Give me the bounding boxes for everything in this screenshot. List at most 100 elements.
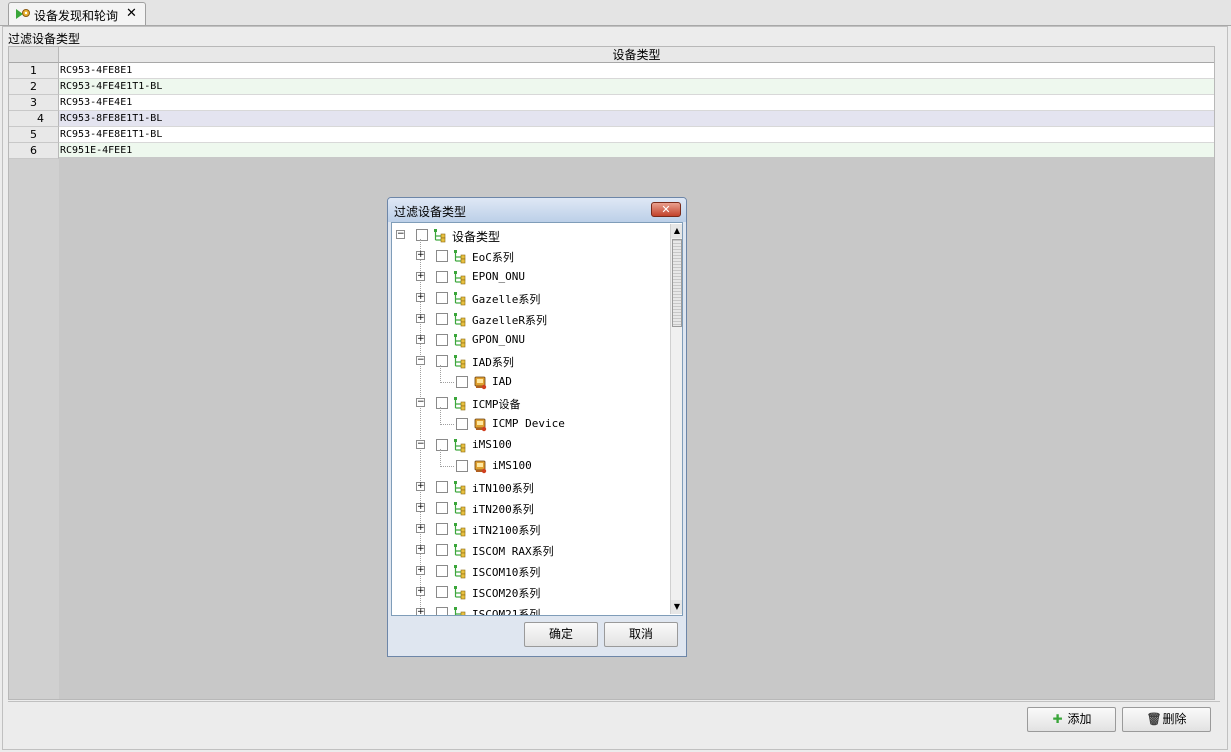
expand-icon[interactable]: + <box>416 272 425 281</box>
device-type-cell[interactable]: RC953-4FE8E1T1-BL <box>59 127 1214 143</box>
tree-checkbox[interactable] <box>456 418 468 430</box>
expand-icon[interactable]: + <box>416 251 425 260</box>
expand-icon[interactable]: + <box>416 587 425 596</box>
dialog-close-button[interactable]: ✕ <box>651 202 681 217</box>
tree-checkbox[interactable] <box>436 355 448 367</box>
tree-node-label: ICMP设备 <box>472 398 521 411</box>
tab-device-discovery[interactable]: 设备发现和轮询 ✕ <box>8 2 146 25</box>
tree-checkbox[interactable] <box>436 250 448 262</box>
row-number[interactable]: 3 <box>9 95 59 111</box>
tree-node-group[interactable]: − ICMP设备 <box>392 393 662 414</box>
tree-node-group[interactable]: + ISCOM21系列 <box>392 603 662 615</box>
tree-node-label: IAD <box>492 375 512 388</box>
expand-icon[interactable]: + <box>416 293 425 302</box>
device-type-cell[interactable]: RC953-4FE8E1 <box>59 63 1214 79</box>
device-group-icon <box>453 606 467 615</box>
tree-checkbox[interactable] <box>436 439 448 451</box>
tree-checkbox[interactable] <box>436 334 448 346</box>
dialog-titlebar[interactable]: 过滤设备类型 ✕ <box>388 198 686 222</box>
device-group-icon <box>433 228 447 243</box>
tree-node-device[interactable]: ICMP Device <box>392 414 662 435</box>
add-button[interactable]: ✚ 添加 <box>1027 707 1116 732</box>
collapse-icon[interactable]: − <box>416 356 425 365</box>
tree-checkbox[interactable] <box>436 544 448 556</box>
tree-checkbox[interactable] <box>436 313 448 325</box>
row-number[interactable]: 1 <box>9 63 59 79</box>
device-icon <box>473 459 487 474</box>
tab-close-icon[interactable]: ✕ <box>126 6 137 21</box>
delete-button[interactable]: 🗑删除 <box>1122 707 1211 732</box>
device-group-icon <box>453 438 467 453</box>
row-number[interactable]: 4 <box>9 111 59 127</box>
tree-checkbox[interactable] <box>436 271 448 283</box>
row-number[interactable]: 5 <box>9 127 59 143</box>
tree-node-group[interactable]: + ISCOM RAX系列 <box>392 540 662 561</box>
expand-icon[interactable]: + <box>416 482 425 491</box>
device-type-cell[interactable]: RC953-4FE4E1 <box>59 95 1214 111</box>
cancel-button[interactable]: 取消 <box>604 622 678 647</box>
collapse-icon[interactable]: − <box>416 440 425 449</box>
tree-node-group[interactable]: − iMS100 <box>392 435 662 456</box>
tree-checkbox[interactable] <box>456 460 468 472</box>
tree-node-group[interactable]: + Gazelle系列 <box>392 288 662 309</box>
tree-node-group[interactable]: + iTN100系列 <box>392 477 662 498</box>
tree-checkbox[interactable] <box>436 292 448 304</box>
tree-node-group[interactable]: + ISCOM20系列 <box>392 582 662 603</box>
tree-node-label: ISCOM RAX系列 <box>472 545 554 558</box>
device-type-cell[interactable]: RC953-8FE8E1T1-BL <box>59 111 1214 127</box>
tree-node-group[interactable]: + EoC系列 <box>392 246 662 267</box>
expand-icon[interactable]: + <box>416 566 425 575</box>
tree-node-label: EPON_ONU <box>472 270 525 283</box>
tree-node-label: iMS100 <box>492 459 532 472</box>
device-icon <box>473 417 487 432</box>
table-row[interactable]: 3 RC953-4FE4E1 <box>9 95 1214 111</box>
device-group-icon <box>453 249 467 264</box>
ok-button[interactable]: 确定 <box>524 622 598 647</box>
table-row[interactable]: 2 RC953-4FE4E1T1-BL <box>9 79 1214 95</box>
tree-node-label: IAD系列 <box>472 356 514 369</box>
tree-node-device[interactable]: IAD <box>392 372 662 393</box>
scroll-up-icon[interactable]: ▲ <box>671 224 682 238</box>
column-header-device-type[interactable]: 设备类型 <box>59 47 1214 63</box>
device-group-icon <box>453 396 467 411</box>
collapse-icon[interactable]: − <box>396 230 405 239</box>
tree-checkbox[interactable] <box>436 586 448 598</box>
tree-node-group[interactable]: + iTN200系列 <box>392 498 662 519</box>
tree-checkbox[interactable] <box>436 523 448 535</box>
expand-icon[interactable]: + <box>416 314 425 323</box>
tree-node-group[interactable]: + EPON_ONU <box>392 267 662 288</box>
row-number[interactable]: 6 <box>9 143 59 159</box>
tree-node-group[interactable]: + GazelleR系列 <box>392 309 662 330</box>
tree-checkbox[interactable] <box>436 481 448 493</box>
tree-checkbox[interactable] <box>436 397 448 409</box>
tree-node-group[interactable]: − IAD系列 <box>392 351 662 372</box>
tree-checkbox[interactable] <box>456 376 468 388</box>
table-row[interactable]: 5 RC953-4FE8E1T1-BL <box>9 127 1214 143</box>
tree-node-label: EoC系列 <box>472 251 514 264</box>
row-number[interactable]: 2 <box>9 79 59 95</box>
tree-node-group[interactable]: + GPON_ONU <box>392 330 662 351</box>
tree-scrollbar[interactable]: ▲ ▼ <box>670 224 682 614</box>
table-row[interactable]: 1 RC953-4FE8E1 <box>9 63 1214 79</box>
tree-node-device[interactable]: iMS100 <box>392 456 662 477</box>
tab-bar: 设备发现和轮询 ✕ <box>0 0 1231 26</box>
tree-node-group[interactable]: + iTN2100系列 <box>392 519 662 540</box>
collapse-icon[interactable]: − <box>416 398 425 407</box>
tree-checkbox[interactable] <box>416 229 428 241</box>
tree-checkbox[interactable] <box>436 502 448 514</box>
add-button-label: 添加 <box>1067 712 1092 726</box>
expand-icon[interactable]: + <box>416 503 425 512</box>
tree-node-group[interactable]: + ISCOM10系列 <box>392 561 662 582</box>
expand-icon[interactable]: + <box>416 524 425 533</box>
expand-icon[interactable]: + <box>416 545 425 554</box>
scroll-thumb[interactable] <box>672 239 682 327</box>
tree-checkbox[interactable] <box>436 565 448 577</box>
scroll-down-icon[interactable]: ▼ <box>671 600 682 614</box>
device-type-cell[interactable]: RC953-4FE4E1T1-BL <box>59 79 1214 95</box>
plus-icon: ✚ <box>1052 712 1063 726</box>
expand-icon[interactable]: + <box>416 608 425 615</box>
tree-checkbox[interactable] <box>436 607 448 615</box>
expand-icon[interactable]: + <box>416 335 425 344</box>
tree-node-root[interactable]: − 设备类型 <box>392 225 662 246</box>
table-row[interactable]: 4 RC953-8FE8E1T1-BL <box>9 111 1214 127</box>
